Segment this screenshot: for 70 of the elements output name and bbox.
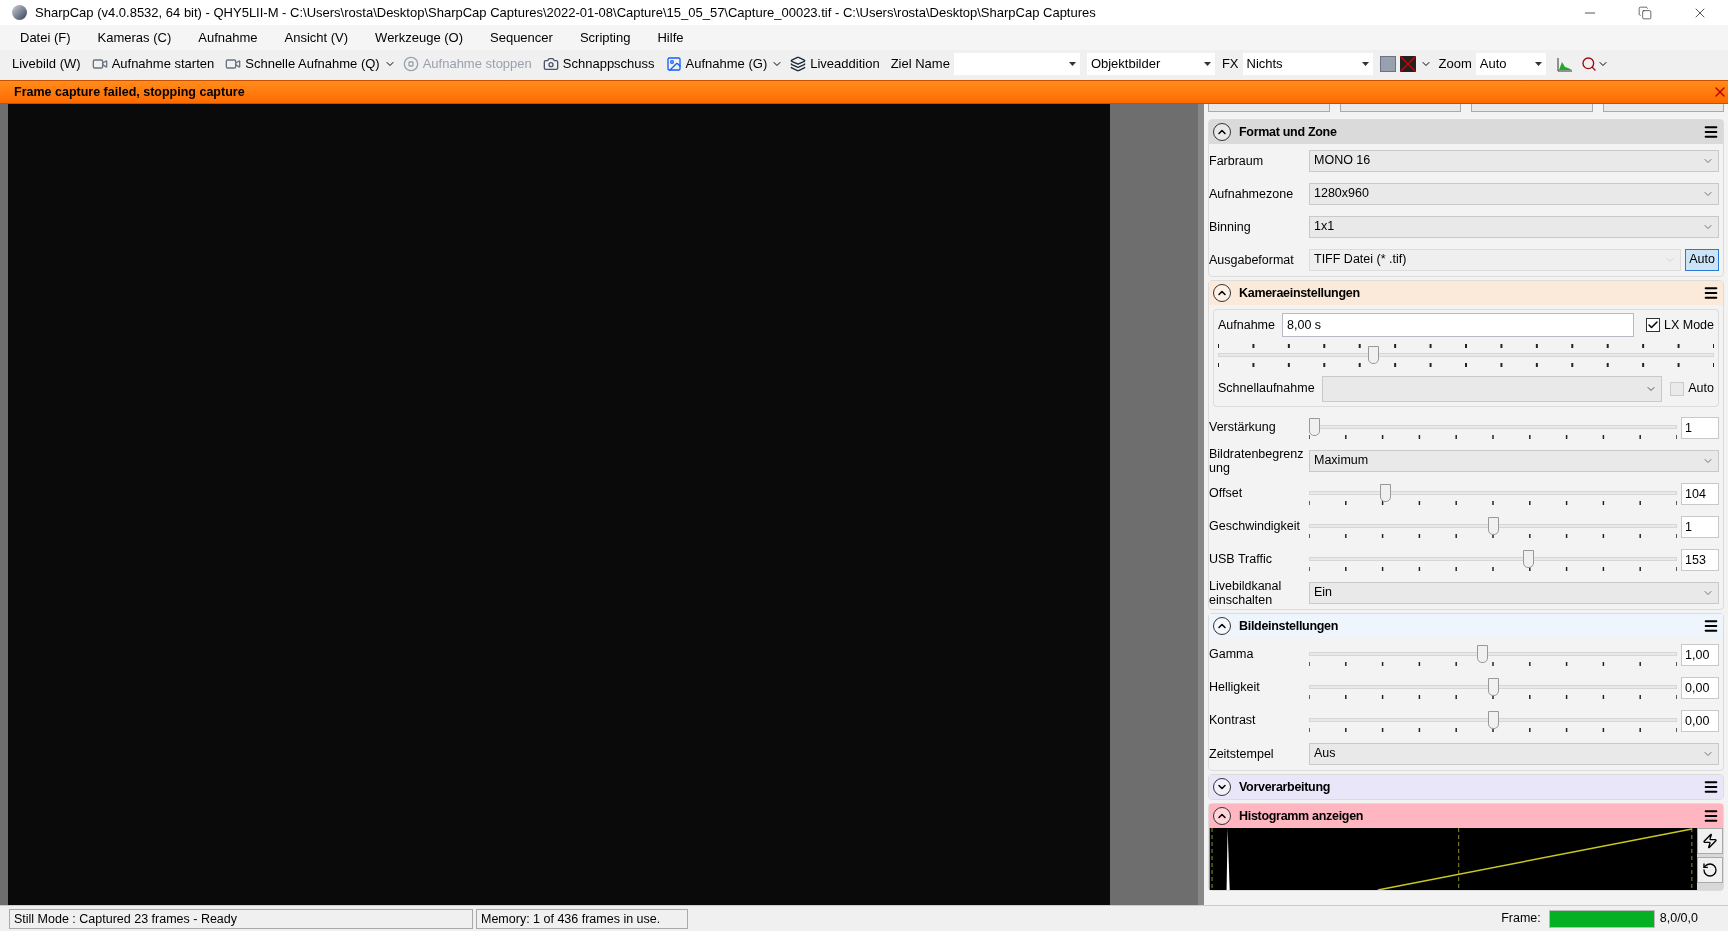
toolbar-button[interactable]: Schnappschuss bbox=[538, 54, 659, 74]
dropdown-field[interactable]: Ein bbox=[1309, 581, 1719, 604]
menu-item[interactable]: Ansicht (V) bbox=[280, 27, 353, 48]
section-header[interactable]: Format und Zone bbox=[1209, 120, 1723, 144]
menu-item[interactable]: Hilfe bbox=[653, 27, 688, 48]
section-header[interactable]: Histogramm anzeigen bbox=[1209, 804, 1723, 828]
memory-status: Memory: 1 of 436 frames in use. bbox=[476, 908, 688, 929]
toolbar-label: Ziel Name bbox=[890, 55, 950, 74]
frame-label: Frame: bbox=[1501, 910, 1541, 928]
dropdown-field[interactable]: Auto bbox=[1475, 53, 1546, 75]
value-input[interactable]: 1,00 bbox=[1681, 643, 1719, 666]
checkbox-label: LX Mode bbox=[1663, 316, 1714, 334]
dropdown-field[interactable]: 1280x960 bbox=[1309, 182, 1719, 205]
field-label: Gamma bbox=[1209, 646, 1255, 664]
toolbar-button[interactable]: Livebild (W) bbox=[8, 54, 85, 74]
field-label: Offset bbox=[1209, 485, 1244, 503]
field-label: Bildratenbegrenzung bbox=[1209, 446, 1305, 475]
section-header[interactable]: Bildeinstellungen bbox=[1209, 614, 1723, 638]
frame-reading: 8,0/0,0 bbox=[1659, 910, 1698, 928]
section-title: Vorverarbeitung bbox=[1239, 778, 1332, 796]
exposure-input[interactable]: 8,00 s bbox=[1282, 313, 1634, 337]
value-input[interactable]: 1 bbox=[1681, 515, 1719, 538]
toolbar-label: FX bbox=[1221, 55, 1239, 74]
section-title: Bildeinstellungen bbox=[1239, 617, 1340, 635]
auto-button[interactable]: Auto bbox=[1685, 248, 1719, 271]
field-label: Schnellaufnahme bbox=[1218, 380, 1316, 398]
menu-item[interactable]: Scripting bbox=[575, 27, 635, 48]
dropdown-field[interactable]: Objektbilder bbox=[1086, 53, 1215, 75]
field-label: Aufnahme bbox=[1218, 316, 1276, 334]
field-label: Farbraum bbox=[1209, 153, 1265, 168]
menu-item[interactable]: Datei (F) bbox=[16, 27, 75, 48]
section-title: Histogramm anzeigen bbox=[1239, 807, 1365, 825]
value-input[interactable]: 0,00 bbox=[1681, 709, 1719, 732]
field-label: Zeitstempel bbox=[1209, 746, 1275, 761]
field-label: Aufnahmezone bbox=[1209, 186, 1295, 201]
status-text: Still Mode : Captured 23 frames - Ready bbox=[9, 908, 473, 929]
value-input[interactable]: 1 bbox=[1681, 416, 1719, 439]
toolbar-button[interactable]: Aufnahme starten bbox=[87, 54, 219, 74]
dropdown-field[interactable]: Aus bbox=[1309, 742, 1719, 765]
value-input[interactable]: 0,00 bbox=[1681, 676, 1719, 699]
menu-item[interactable]: Kameras (C) bbox=[93, 27, 176, 48]
section-header[interactable]: Kameraeinstellungen bbox=[1209, 281, 1723, 305]
section-header[interactable]: Vorverarbeitung bbox=[1209, 775, 1723, 799]
field-label: Geschwindigkeit bbox=[1209, 518, 1301, 536]
section-title: Format und Zone bbox=[1239, 123, 1338, 141]
field-label: Helligkeit bbox=[1209, 679, 1261, 697]
dropdown-field[interactable]: TIFF Datei (* .tif) bbox=[1309, 248, 1682, 271]
dropdown-field[interactable]: MONO 16 bbox=[1309, 149, 1719, 172]
error-message: Frame capture failed, stopping capture bbox=[14, 83, 246, 101]
checkbox-label: Auto bbox=[1688, 380, 1714, 398]
field-label: USB Traffic bbox=[1209, 551, 1273, 569]
field-label: Verstärkung bbox=[1209, 419, 1277, 437]
dropdown-field[interactable]: Maximum bbox=[1309, 449, 1719, 472]
menu-item[interactable]: Werkzeuge (O) bbox=[371, 27, 467, 48]
field-label: Binning bbox=[1209, 219, 1252, 234]
toolbar-button[interactable]: Schnelle Aufnahme (Q) bbox=[221, 54, 384, 74]
toolbar-label: Zoom bbox=[1438, 55, 1472, 74]
menu-item[interactable]: Aufnahme bbox=[194, 27, 262, 48]
window-title: SharpCap (v4.0.8532, 64 bit) - QHY5LII-M - C:\Users\rosta\Desktop\SharpCap Captures\2022-01-08\Capture\15_05_57\Capture_00023.tif - C:\Users\rosta\Desktop\SharpCap Captures bbox=[35, 3, 1097, 22]
value-input[interactable]: 104 bbox=[1681, 482, 1719, 505]
section-title: Kameraeinstellungen bbox=[1239, 284, 1361, 302]
menu-item[interactable]: Sequencer bbox=[486, 27, 557, 48]
dropdown-field[interactable]: 1x1 bbox=[1309, 215, 1719, 238]
value-input[interactable]: 153 bbox=[1681, 548, 1719, 571]
dropdown-field[interactable]: Nichts bbox=[1242, 53, 1373, 75]
toolbar-button[interactable]: Liveaddition bbox=[786, 54, 884, 74]
field-label: Livebildkanal einschalten bbox=[1209, 578, 1283, 607]
field-label: Kontrast bbox=[1209, 712, 1257, 730]
toolbar-button[interactable]: Aufnahme (G) bbox=[661, 54, 772, 74]
field-label: Ausgabeformat bbox=[1209, 252, 1295, 267]
